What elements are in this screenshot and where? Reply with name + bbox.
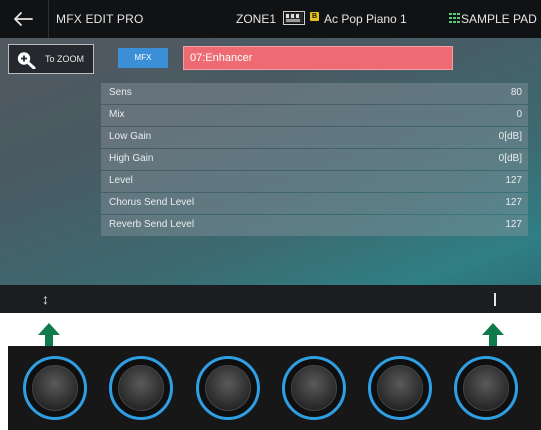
pad-grid-icon [449, 13, 460, 23]
knob-cap [118, 365, 164, 411]
param-name: Mix [109, 109, 125, 120]
back-button[interactable] [0, 0, 49, 38]
knob-5[interactable] [368, 356, 432, 420]
sample-pad-button[interactable]: SAMPLE PAD [461, 12, 537, 26]
param-name: Reverb Send Level [109, 219, 195, 230]
param-value: 0 [516, 109, 522, 120]
knob-cap [377, 365, 423, 411]
param-row-sens[interactable]: Sens 80 [101, 83, 528, 104]
knob-cap [32, 365, 78, 411]
app-title: MFX EDIT PRO [56, 12, 144, 26]
knob-1[interactable] [23, 356, 87, 420]
param-value: 127 [505, 219, 522, 230]
footer-bar [0, 285, 541, 313]
mfx-type-field[interactable]: 07:Enhancer [183, 46, 453, 70]
knob-6[interactable] [454, 356, 518, 420]
to-zoom-label: To ZOOM [45, 54, 85, 64]
param-value: 0[dB] [498, 153, 522, 164]
device-screen: MFX EDIT PRO ZONE1 B Ac Pop Piano 1 SAMP… [0, 0, 541, 313]
knob-cap [463, 365, 509, 411]
vertical-bar-icon [494, 293, 496, 306]
header-bar: MFX EDIT PRO ZONE1 B Ac Pop Piano 1 SAMP… [0, 0, 541, 38]
param-value: 0[dB] [498, 131, 522, 142]
param-row-low-gain[interactable]: Low Gain 0[dB] [101, 127, 528, 148]
param-name: High Gain [109, 153, 154, 164]
param-name: Chorus Send Level [109, 197, 195, 208]
up-down-arrow-icon: ↕ [42, 291, 49, 307]
knob-4[interactable] [282, 356, 346, 420]
param-row-chorus-send-level[interactable]: Chorus Send Level 127 [101, 193, 528, 214]
parameter-list: Sens 80 Mix 0 Low Gain 0[dB] High Gain 0… [101, 83, 528, 237]
param-name: Low Gain [109, 131, 152, 142]
param-name: Level [109, 175, 133, 186]
param-value: 80 [510, 87, 522, 98]
keyboard-tone-icon [283, 11, 305, 25]
param-row-high-gain[interactable]: High Gain 0[dB] [101, 149, 528, 170]
knob-3[interactable] [196, 356, 260, 420]
tone-name[interactable]: Ac Pop Piano 1 [324, 12, 407, 26]
param-row-mix[interactable]: Mix 0 [101, 105, 528, 126]
param-row-reverb-send-level[interactable]: Reverb Send Level 127 [101, 215, 528, 236]
mfx-switch-button[interactable]: MFX [118, 48, 168, 68]
param-row-level[interactable]: Level 127 [101, 171, 528, 192]
knob-cap [205, 365, 251, 411]
knob-cap [291, 365, 337, 411]
tone-category-badge: B [310, 12, 319, 21]
knob-2[interactable] [109, 356, 173, 420]
back-arrow-icon [14, 12, 33, 26]
zoom-in-icon [17, 52, 36, 69]
zone-label: ZONE1 [236, 12, 277, 26]
param-value: 127 [505, 197, 522, 208]
to-zoom-button[interactable]: To ZOOM [8, 44, 94, 74]
param-name: Sens [109, 87, 132, 98]
param-value: 127 [505, 175, 522, 186]
knob-panel [8, 346, 541, 430]
